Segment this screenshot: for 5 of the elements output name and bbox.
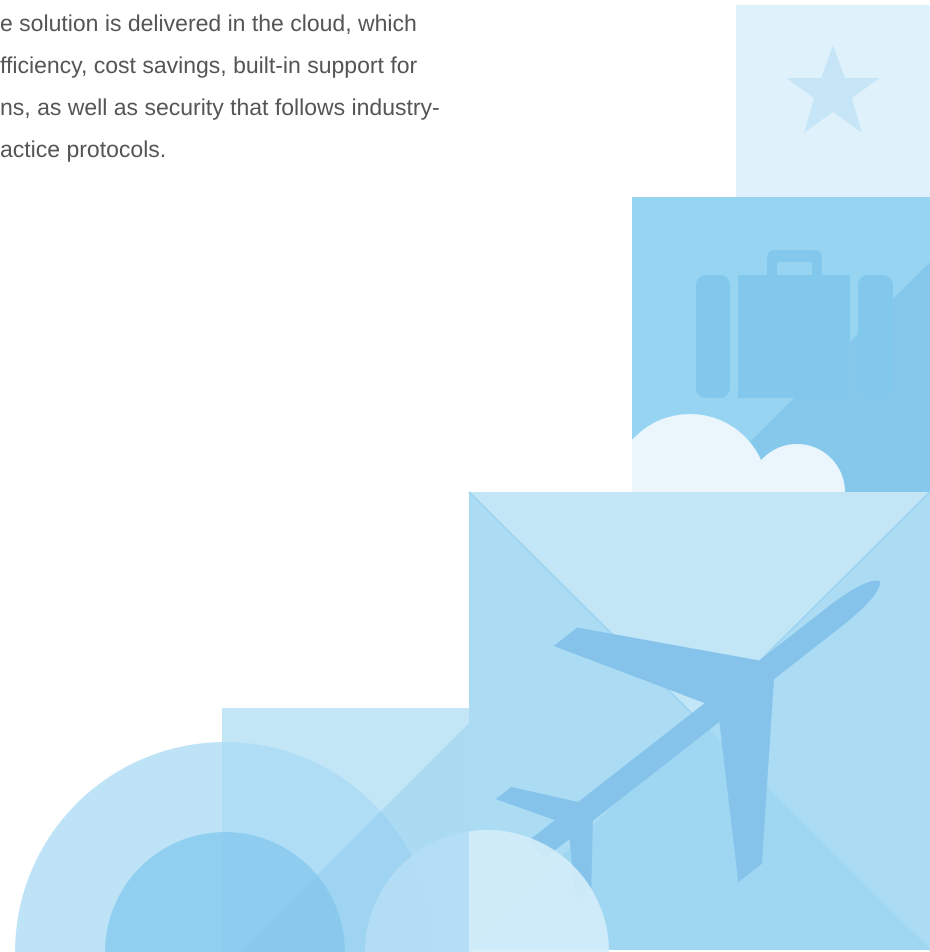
paragraph-line: actice protocols. bbox=[0, 135, 166, 164]
paragraph-line: e solution is delivered in the cloud, which bbox=[0, 9, 417, 38]
paragraph-line: fficiency, cost savings, built-in support for bbox=[0, 51, 418, 80]
paragraph-line: ns, as well as security that follows industry- bbox=[0, 93, 440, 122]
star-icon bbox=[786, 45, 880, 133]
